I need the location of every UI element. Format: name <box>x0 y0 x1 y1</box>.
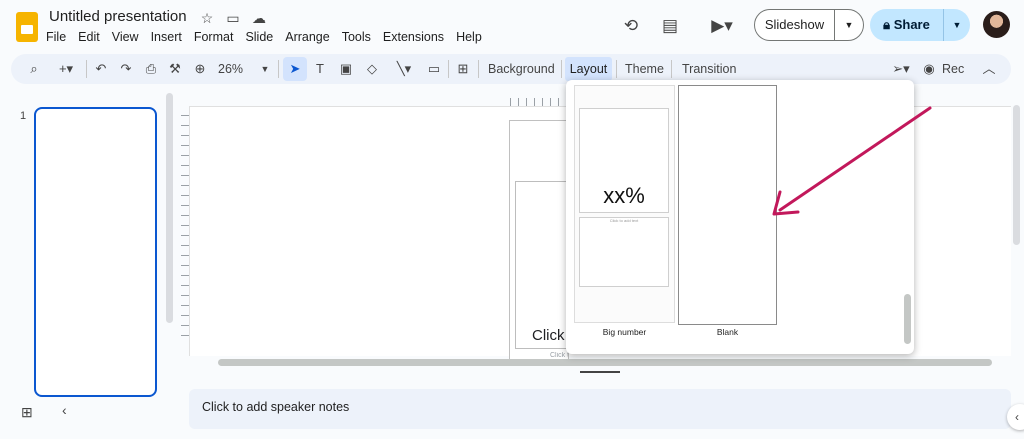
notes-resize-handle[interactable] <box>580 371 620 373</box>
background-button[interactable]: Background <box>488 60 555 78</box>
select-cursor-icon[interactable]: ➤ <box>283 57 307 81</box>
filmstrip-scrollbar[interactable] <box>166 93 173 323</box>
title-placeholder[interactable] <box>515 181 569 349</box>
zoom-level[interactable]: 26% <box>218 60 243 78</box>
chevron-down-icon[interactable]: ▼ <box>944 20 970 30</box>
share-button[interactable]: 🔒︎ Share ▼ <box>870 9 970 41</box>
subtitle-placeholder-text[interactable]: Click to add subtitle <box>550 352 568 359</box>
transition-button[interactable]: Transition <box>682 60 736 78</box>
meet-video-icon[interactable]: ▶▾ <box>702 14 742 38</box>
menu-view[interactable]: View <box>106 29 145 45</box>
collapse-toolbar-icon[interactable]: ︿ <box>981 60 997 78</box>
menu-file[interactable]: File <box>40 29 72 45</box>
divider <box>561 60 562 78</box>
slide-number: 1 <box>20 110 27 122</box>
annotation-arrow <box>772 106 932 216</box>
undo-icon[interactable]: ↶ <box>92 60 110 78</box>
divider <box>448 60 449 78</box>
collapse-filmstrip-icon[interactable]: ‹ <box>62 402 67 418</box>
comment-add-icon[interactable]: ⊞ <box>454 60 472 78</box>
share-label[interactable]: 🔒︎ Share <box>870 9 944 41</box>
slide-thumbnail[interactable] <box>34 107 157 397</box>
menu-slide[interactable]: Slide <box>239 29 279 45</box>
horizontal-scrollbar[interactable] <box>218 359 992 366</box>
menu-arrange[interactable]: Arrange <box>279 29 335 45</box>
slides-logo-icon[interactable] <box>16 12 38 42</box>
comments-icon[interactable]: ▤ <box>658 14 682 38</box>
line-icon[interactable]: ╲▾ <box>389 60 419 78</box>
pointer-mode-icon[interactable]: ➢▾ <box>886 60 916 78</box>
lock-icon: 🔒︎ <box>883 17 891 32</box>
zoom-icon[interactable]: ⊕ <box>191 60 209 78</box>
avatar[interactable] <box>983 11 1010 38</box>
rec-button[interactable]: Rec <box>942 60 964 78</box>
version-history-icon[interactable]: ⟲ <box>619 14 643 38</box>
theme-button[interactable]: Theme <box>625 60 664 78</box>
big-number-bottom-box <box>579 217 669 287</box>
divider <box>86 60 87 78</box>
canvas-scrollbar[interactable] <box>1013 105 1020 245</box>
star-icon[interactable]: ☆ <box>198 9 216 27</box>
menu-tools[interactable]: Tools <box>336 29 377 45</box>
move-folder-icon[interactable]: ▭ <box>224 9 242 27</box>
new-slide-icon[interactable]: +▾ <box>52 60 80 78</box>
chevron-down-icon[interactable]: ▼ <box>835 20 863 30</box>
menu-edit[interactable]: Edit <box>72 29 106 45</box>
insert-image-icon[interactable]: ▣ <box>337 60 355 78</box>
menu-bar: File Edit View Insert Format Slide Arran… <box>40 29 488 45</box>
menu-format[interactable]: Format <box>188 29 240 45</box>
menu-insert[interactable]: Insert <box>145 29 188 45</box>
divider <box>671 60 672 78</box>
document-title[interactable]: Untitled presentation <box>49 8 187 25</box>
video-icon[interactable]: ▭ <box>425 60 443 78</box>
layout-label-blank[interactable]: Blank <box>678 327 777 337</box>
title-placeholder-text[interactable]: Click <box>532 327 565 344</box>
paint-format-icon[interactable]: ⚒ <box>166 60 184 78</box>
share-text: Share <box>893 17 930 32</box>
divider <box>278 60 279 78</box>
menu-help[interactable]: Help <box>450 29 488 45</box>
slideshow-button[interactable]: Slideshow ▼ <box>754 9 864 41</box>
layout-button[interactable]: Layout <box>565 57 612 81</box>
text-box-icon[interactable]: T <box>311 60 329 78</box>
divider <box>478 60 479 78</box>
speaker-notes-placeholder[interactable]: Click to add speaker notes <box>202 400 349 414</box>
big-number-text: xx% <box>603 183 645 208</box>
menu-extensions[interactable]: Extensions <box>377 29 450 45</box>
search-menus-icon[interactable]: ⌕ <box>25 60 43 78</box>
record-icon[interactable]: ◉ <box>921 60 937 78</box>
print-icon[interactable]: ⎙ <box>142 60 160 78</box>
layout-menu-scrollbar[interactable] <box>904 294 911 344</box>
cloud-status-icon[interactable]: ☁ <box>250 9 268 27</box>
divider <box>616 60 617 78</box>
vertical-ruler <box>181 115 189 340</box>
big-number-small-text: Click to add text <box>609 218 639 223</box>
redo-icon[interactable]: ↷ <box>117 60 135 78</box>
grid-view-icon[interactable]: ⊞ <box>21 404 33 421</box>
chevron-down-icon[interactable]: ▼ <box>258 60 272 78</box>
layout-label-big-number[interactable]: Big number <box>574 327 675 337</box>
slideshow-label[interactable]: Slideshow <box>755 10 835 40</box>
shape-icon[interactable]: ◇ <box>363 60 381 78</box>
